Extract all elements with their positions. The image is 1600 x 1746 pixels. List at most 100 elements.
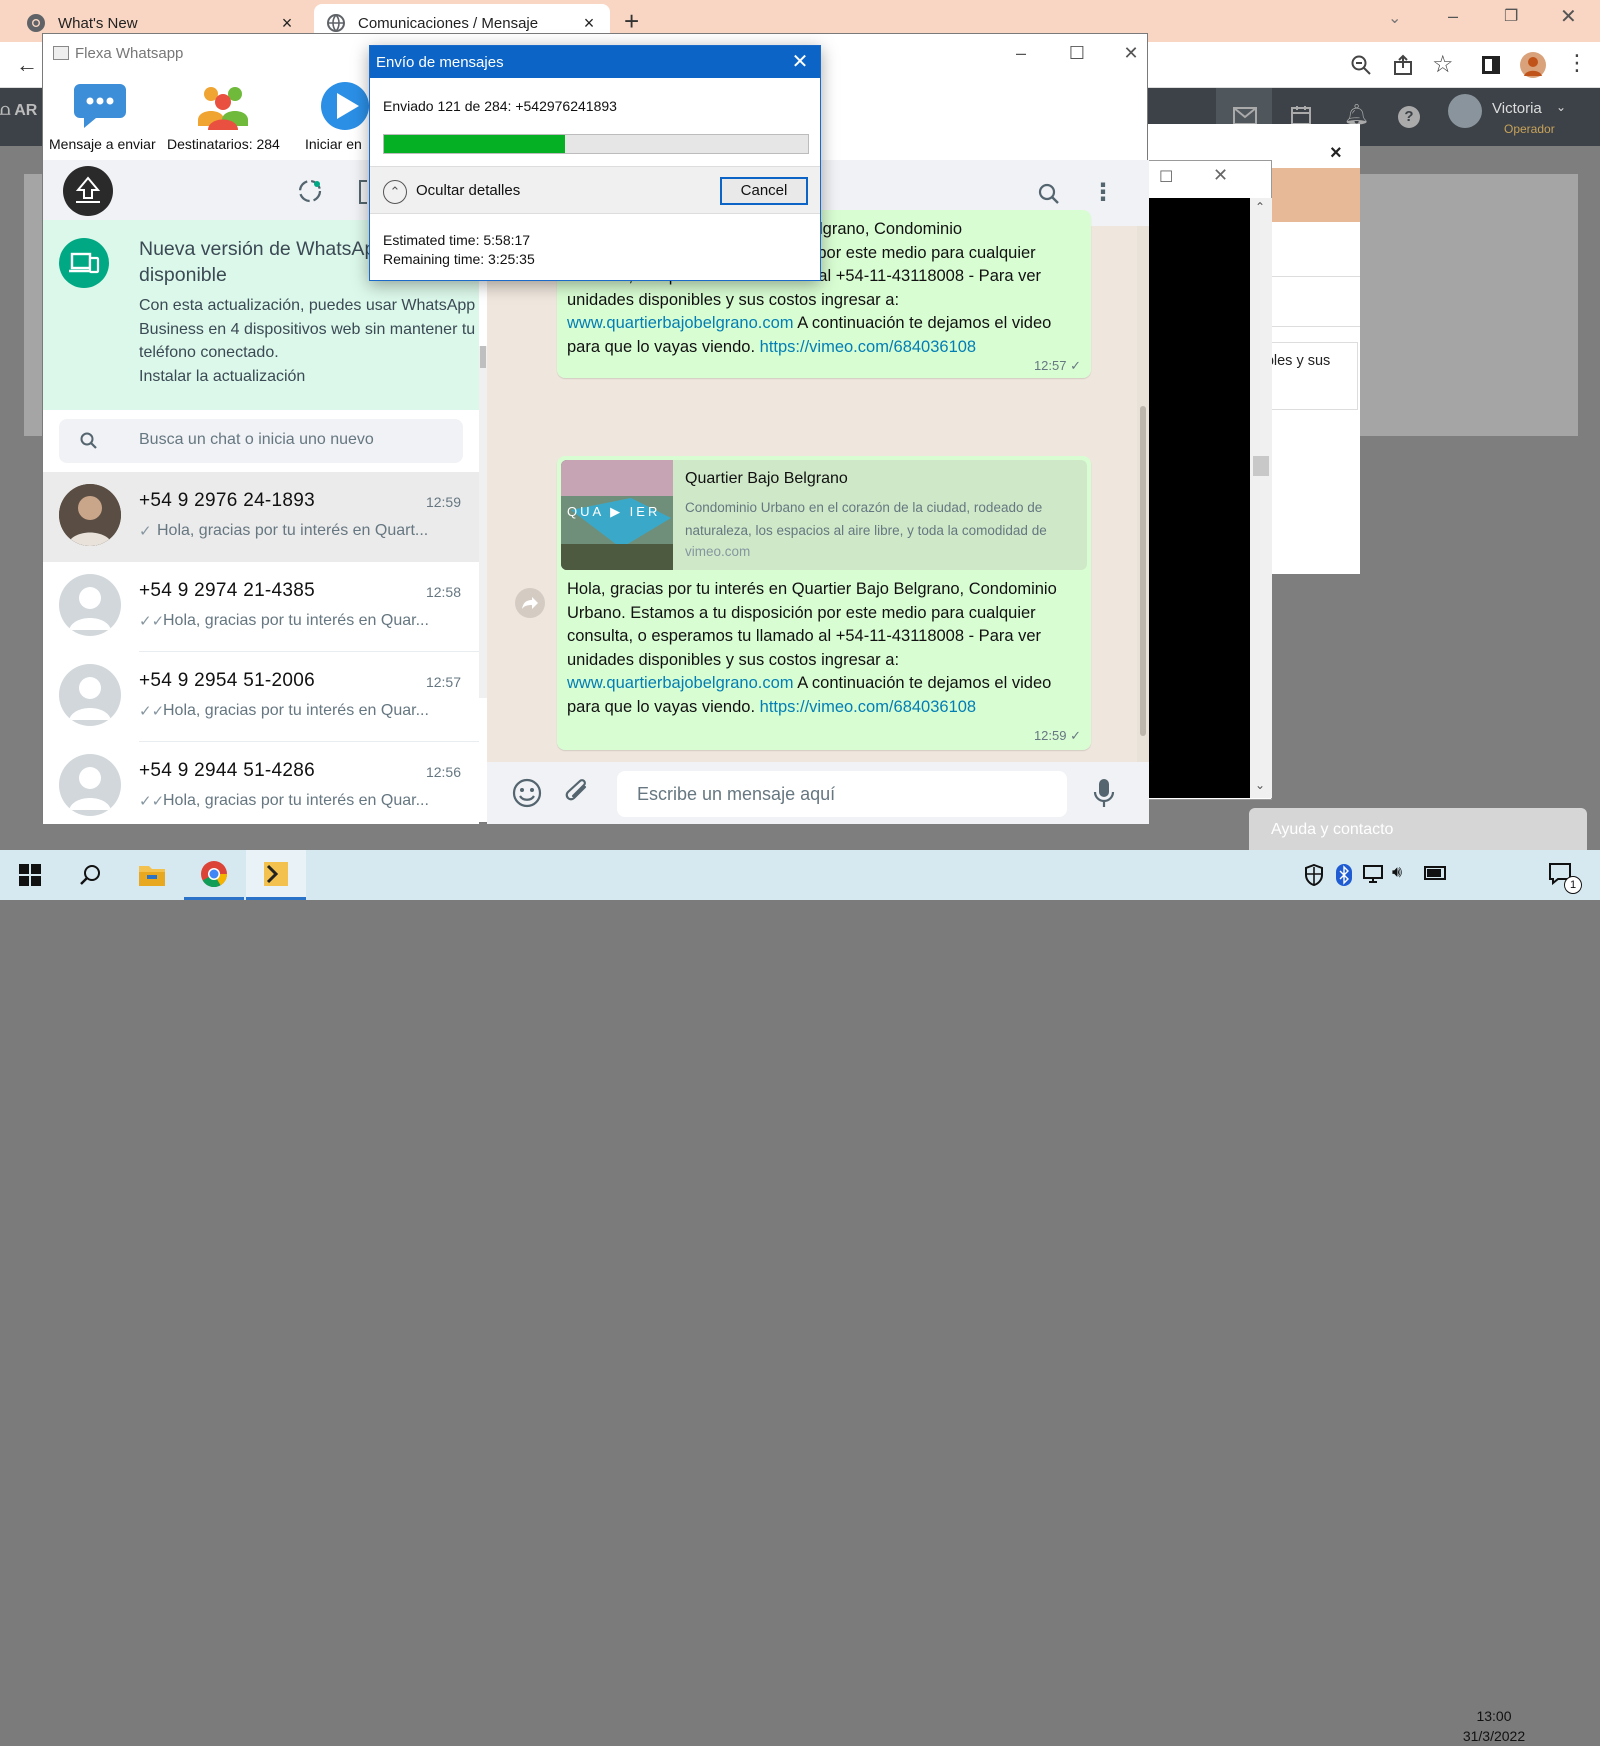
website-link[interactable]: www.quartierbajobelgrano.com	[567, 674, 794, 692]
message-text: para que lo vayas viendo.	[567, 337, 760, 356]
chat-list-item[interactable]: +54 9 2976 24-1893 12:59 ✓ Hola, gracias…	[43, 472, 479, 562]
send-progress-dialog: Envío de mensajes ✕ Enviado 121 de 284: …	[369, 45, 821, 281]
chat-name: +54 9 2944 51-4286	[139, 760, 316, 781]
tool-label: Mensaje a enviar	[49, 136, 156, 152]
maximize-icon[interactable]: ☐	[1049, 34, 1105, 72]
website-link[interactable]: www.quartierbajobelgrano.com	[567, 314, 794, 332]
taskbar: 🔊︎ 13:00 31/3/2022 1	[0, 850, 1600, 1744]
scrollbar[interactable]: ⌃ ⌄	[1250, 198, 1272, 798]
message-text: A continuación te dejamos el video	[793, 314, 1052, 332]
new-chat-icon[interactable]	[359, 180, 367, 204]
menu-dots-icon[interactable]: ⋮	[1091, 178, 1115, 207]
attach-icon[interactable]	[563, 777, 593, 807]
chat-list-item[interactable]: +54 9 2974 21-4385 12:58 ✓✓ Hola, gracia…	[43, 562, 479, 652]
back-arrow-icon[interactable]: ←	[16, 52, 38, 78]
conversation-scrollbar[interactable]	[1137, 226, 1149, 762]
close-icon[interactable]: ✕	[1560, 4, 1577, 29]
video-area	[1148, 198, 1250, 798]
maximize-icon[interactable]: ☐	[1159, 167, 1173, 187]
collapse-details-icon[interactable]: ⌃	[383, 180, 407, 204]
play-icon	[319, 80, 369, 132]
double-check-icon: ✓✓	[139, 703, 165, 720]
tool-label: Iniciar en	[305, 136, 362, 152]
double-check-icon: ✓✓	[139, 793, 165, 810]
share-icon[interactable]	[1392, 54, 1414, 76]
calendar-icon[interactable]	[1290, 104, 1312, 126]
battery-icon[interactable]	[1424, 866, 1446, 880]
user-role: Operador	[1504, 122, 1555, 136]
preview-title: Quartier Bajo Belgrano	[685, 470, 848, 487]
laptop-phone-icon	[59, 238, 109, 288]
minimize-icon[interactable]: –	[1448, 6, 1458, 27]
tab-close-icon[interactable]: ×	[580, 13, 598, 34]
chat-time: 12:56	[425, 764, 461, 780]
video-link[interactable]: https://vimeo.com/684036108	[760, 338, 976, 356]
chat-last-message: Hola, gracias por tu interés en Quar...	[163, 702, 429, 719]
tab-search-icon[interactable]: ⌄	[1388, 8, 1401, 28]
side-panel-icon[interactable]	[1482, 56, 1500, 74]
chat-name: +54 9 2976 24-1893	[139, 490, 316, 511]
security-icon[interactable]	[1304, 864, 1324, 886]
bookmark-star-icon[interactable]: ☆	[1432, 50, 1454, 79]
link-preview[interactable]: QUA ▶ IER Quartier Bajo Belgrano Condomi…	[561, 460, 1087, 570]
status-icon[interactable]	[297, 178, 323, 204]
preview-thumbnail: QUA ▶ IER	[561, 460, 673, 570]
chat-time: 12:58	[425, 584, 461, 600]
file-explorer-icon[interactable]	[122, 850, 182, 900]
minimize-icon[interactable]: –	[993, 34, 1049, 72]
hide-details-toggle[interactable]: Ocultar detalles	[416, 182, 520, 199]
network-icon[interactable]	[1362, 864, 1384, 884]
send-status: Enviado 121 de 284: +542976241893	[383, 98, 617, 114]
message-text: para que lo vayas viendo.	[567, 697, 760, 716]
double-check-icon: ✓✓	[139, 613, 165, 630]
tab-close-icon[interactable]: ×	[278, 13, 296, 34]
chevron-down-icon[interactable]: ⌄	[1556, 100, 1566, 114]
close-icon[interactable]: ✕	[1213, 165, 1228, 186]
close-icon[interactable]: ✕	[1103, 34, 1159, 72]
restore-icon[interactable]: ❐	[1504, 6, 1518, 26]
profile-avatar[interactable]	[63, 166, 113, 216]
message-time: 12:59 ✓	[1033, 728, 1081, 743]
message-input[interactable]: Escribe un mensaje aquí	[617, 771, 1067, 817]
modal-close-button[interactable]: ×	[1330, 142, 1342, 165]
dialog-title: Envío de mensajes	[370, 46, 820, 78]
preview-domain: vimeo.com	[685, 544, 751, 559]
chat-list-item[interactable]: +54 9 2954 51-2006 12:57 ✓✓ Hola, gracia…	[43, 652, 479, 742]
chat-name: +54 9 2954 51-2006	[139, 670, 316, 691]
chrome-icon[interactable]	[184, 850, 244, 900]
search-icon[interactable]	[60, 850, 120, 900]
search-input[interactable]: Busca un chat o inicia uno nuevo	[59, 419, 463, 463]
forward-icon[interactable]	[515, 588, 545, 618]
cancel-button[interactable]: Cancel	[720, 177, 808, 205]
kebab-menu-icon[interactable]: ⋮	[1566, 50, 1588, 76]
window-title: Flexa Whatsapp	[75, 44, 184, 62]
emoji-icon[interactable]	[511, 777, 543, 809]
help-contact-button[interactable]: Ayuda y contacto	[1249, 808, 1587, 853]
user-name[interactable]: Victoria	[1492, 100, 1542, 117]
microphone-icon[interactable]	[1093, 778, 1115, 808]
dialog-close-icon[interactable]: ✕	[788, 50, 812, 74]
chat-last-message: Hola, gracias por tu interés en Quar...	[163, 612, 429, 629]
user-avatar[interactable]	[1448, 94, 1482, 128]
globe-icon	[326, 13, 346, 33]
recipients-button[interactable]: Destinatarios: 284	[167, 80, 280, 152]
video-link[interactable]: https://vimeo.com/684036108	[760, 698, 976, 716]
search-icon[interactable]	[1037, 182, 1061, 206]
message-to-send-button[interactable]: Mensaje a enviar	[49, 80, 156, 152]
zoom-icon[interactable]	[1350, 54, 1372, 76]
notification-count-badge: 1	[1564, 876, 1582, 894]
message-time: 12:57 ✓	[1033, 358, 1081, 373]
chat-list-scrollbar[interactable]	[479, 346, 487, 698]
chat-list-item[interactable]: +54 9 2944 51-4286 12:56 ✓✓ Hola, gracia…	[43, 742, 479, 824]
flexa-app-icon[interactable]	[246, 850, 306, 900]
windows-start-icon[interactable]	[0, 850, 60, 900]
bluetooth-icon[interactable]	[1336, 864, 1352, 886]
tab-label: What's New	[58, 14, 138, 32]
install-update-link[interactable]: Instalar la actualización	[139, 368, 305, 386]
profile-avatar[interactable]	[1520, 52, 1546, 78]
help-icon[interactable]: ?	[1398, 106, 1420, 128]
volume-icon[interactable]: 🔊︎	[1392, 864, 1402, 882]
system-clock[interactable]: 13:00 31/3/2022	[1454, 1706, 1534, 1746]
chat-bubble-icon	[74, 80, 130, 132]
start-button[interactable]: Iniciar en	[305, 80, 369, 152]
